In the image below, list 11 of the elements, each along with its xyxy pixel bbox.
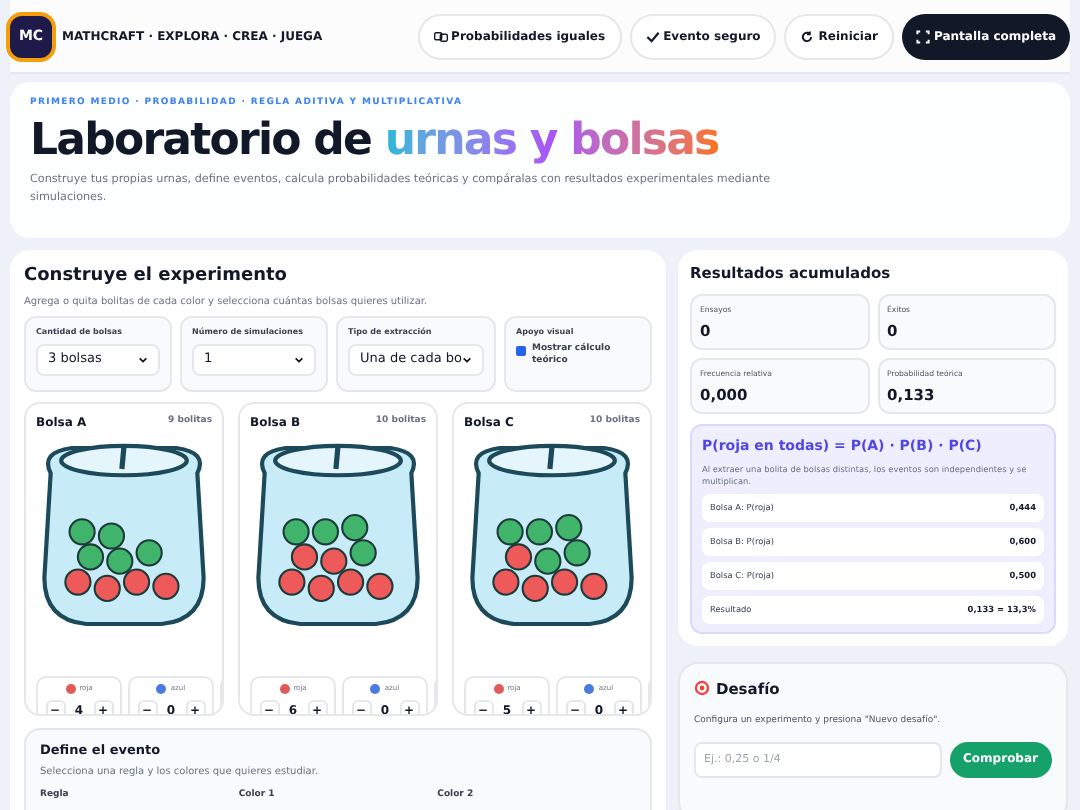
reset-icon (800, 29, 815, 43)
page-title: Laboratorio de urnas y bolsas (30, 113, 721, 170)
chevron-icon (138, 356, 149, 364)
dice-icon (433, 29, 448, 43)
chevron-icon (461, 356, 472, 364)
chevron-icon (294, 356, 305, 364)
checkbox[interactable] (515, 346, 526, 356)
section-title: Construye el experimento (24, 264, 289, 290)
check-icon (645, 29, 660, 43)
fullscreen-icon (916, 29, 930, 43)
target-icon (694, 680, 710, 697)
